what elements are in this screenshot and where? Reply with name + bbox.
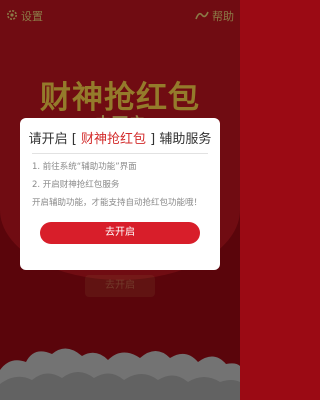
step-2: 2. 开启财神抢红包服务 xyxy=(32,180,120,190)
dialog-title: 请开启 [ 财神抢红包 ] 辅助服务 xyxy=(20,128,220,147)
dialog-title-prefix: 请开启 xyxy=(28,132,68,147)
dialog-title-app: 财神抢红包 xyxy=(80,132,146,147)
dialog-divider xyxy=(32,153,208,154)
dialog-title-bracket-close: ] xyxy=(150,132,156,147)
dialog-title-suffix: 辅助服务 xyxy=(159,132,212,147)
step-note: 开启辅助功能，才能支持自动抢红包功能哦！ xyxy=(32,198,203,208)
enable-service-dialog: 请开启 [ 财神抢红包 ] 辅助服务 1. 前往系统“辅助功能”界面 2. 开启… xyxy=(20,118,220,270)
step-1: 1. 前往系统“辅助功能”界面 xyxy=(32,162,137,172)
dialog-title-bracket-open: [ xyxy=(71,132,77,147)
enable-button[interactable]: 去开启 xyxy=(40,222,200,244)
